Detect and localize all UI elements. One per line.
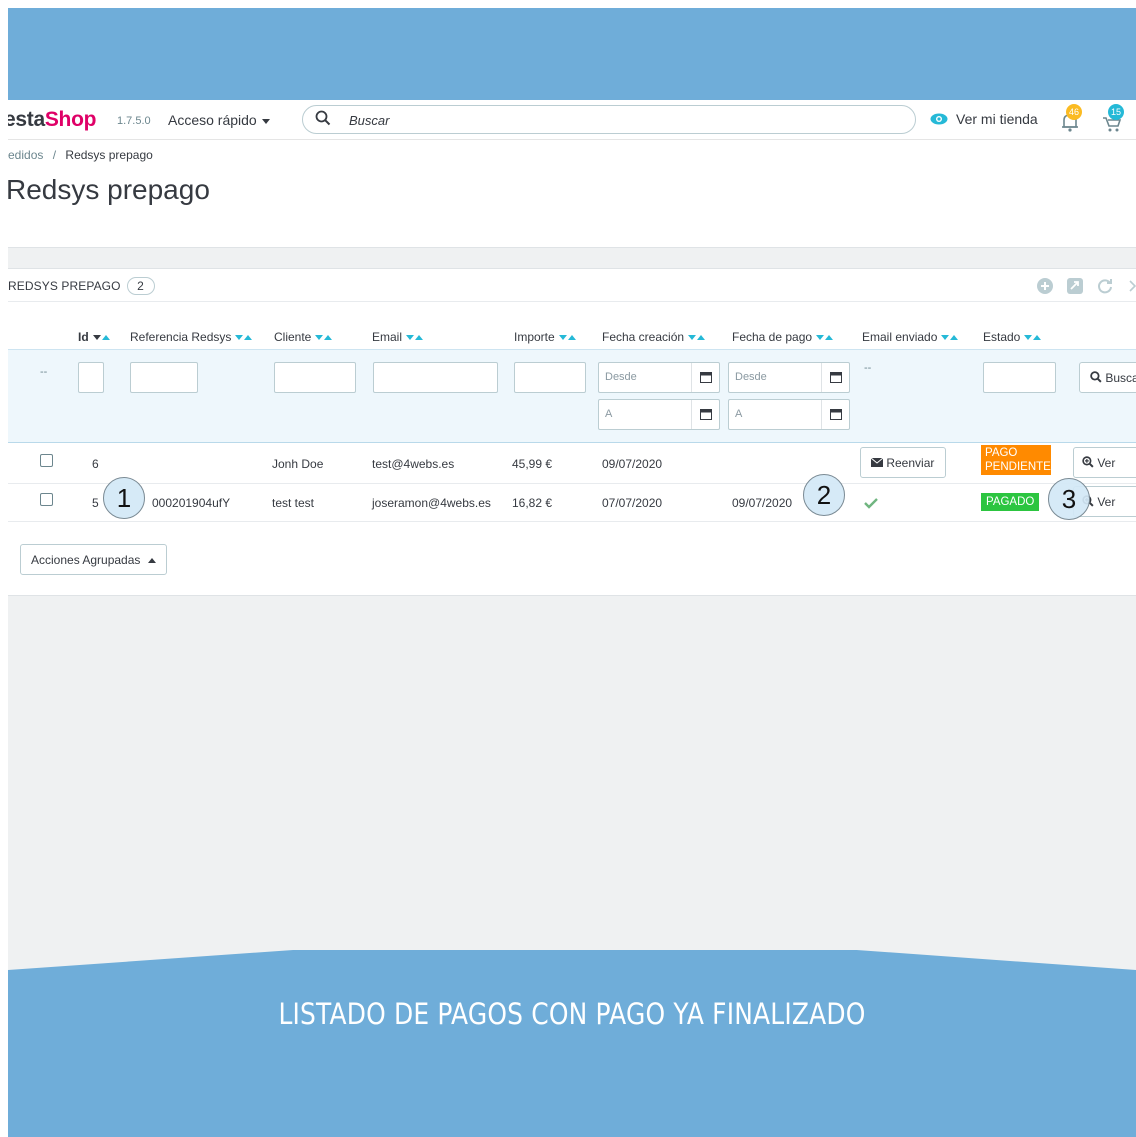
- notification-count-badge: 46: [1066, 104, 1082, 120]
- sort-arrows-icon[interactable]: [940, 329, 959, 343]
- sort-arrows-icon[interactable]: [405, 329, 424, 343]
- eye-icon: [930, 113, 948, 125]
- filter-pago-from[interactable]: Desde: [728, 362, 850, 393]
- redsys-list-panel: REDSYS PREPAGO 2 Id Referencia Redsys Cli…: [8, 268, 1136, 596]
- breadcrumb-current: Redsys prepago: [65, 148, 153, 162]
- cell-fecha-creacion: 09/07/2020: [602, 457, 663, 471]
- calendar-icon[interactable]: [691, 363, 719, 392]
- page-title: Redsys prepago: [8, 174, 210, 205]
- sort-arrows-icon[interactable]: [234, 329, 253, 343]
- promo-frame: estaShop 1.7.5.0 Acceso rápido Ver mi ti…: [8, 8, 1136, 1137]
- column-header-cliente[interactable]: Cliente: [274, 329, 333, 344]
- refresh-icon[interactable]: [1096, 277, 1114, 295]
- filter-importe-input[interactable]: [514, 362, 586, 393]
- zoom-in-icon: [1082, 456, 1094, 468]
- cell-cliente: Jonh Doe: [272, 457, 324, 471]
- bulk-filter-dash: --: [40, 366, 48, 378]
- column-header-id[interactable]: Id: [78, 329, 110, 344]
- row-checkbox[interactable]: [40, 493, 53, 506]
- filter-cliente-input[interactable]: [274, 362, 356, 393]
- view-button[interactable]: Ver: [1073, 447, 1136, 478]
- panel-title: REDSYS PREPAGO 2: [8, 277, 155, 295]
- sort-arrows-icon[interactable]: [314, 329, 333, 343]
- sort-arrows-icon[interactable]: [815, 329, 834, 343]
- checkmark-icon: [864, 498, 878, 509]
- cell-id: 6: [92, 457, 99, 471]
- column-header-referencia[interactable]: Referencia Redsys: [130, 329, 253, 344]
- column-header-fecha-pago[interactable]: Fecha de pago: [732, 329, 834, 344]
- filter-id-input[interactable]: [78, 362, 104, 393]
- cell-email: test@4webs.es: [372, 457, 455, 471]
- resend-email-button[interactable]: Reenviar: [860, 447, 946, 478]
- cell-email: joseramon@4webs.es: [372, 496, 491, 510]
- filter-email-input[interactable]: [373, 362, 498, 393]
- table-row: 5 000201904ufY test test joseramon@4webs…: [8, 484, 1136, 522]
- sort-arrows-icon[interactable]: [1023, 329, 1042, 343]
- search-input[interactable]: [347, 110, 867, 130]
- orders-notification[interactable]: 15: [1100, 104, 1126, 134]
- search-filter-button[interactable]: Buscar: [1079, 362, 1136, 393]
- column-header-fecha-creacion[interactable]: Fecha creación: [602, 329, 706, 344]
- more-icon[interactable]: [1124, 277, 1136, 295]
- cell-importe: 16,82 €: [512, 496, 553, 510]
- sort-arrows-icon[interactable]: [558, 329, 576, 343]
- annotation-marker-1: 1: [103, 477, 145, 519]
- orders-count-badge: 15: [1108, 104, 1124, 120]
- caption-text: LISTADO DE PAGOS CON PAGO YA FINALIZADO: [278, 997, 866, 1031]
- cell-referencia: 000201904ufY: [152, 496, 231, 510]
- sort-arrows-icon[interactable]: [687, 329, 706, 343]
- cell-fecha-creacion: 07/07/2020: [602, 496, 663, 510]
- calendar-icon[interactable]: [821, 400, 849, 429]
- panel-heading: REDSYS PREPAGO 2: [8, 269, 1136, 302]
- view-shop-link[interactable]: Ver mi tienda: [930, 111, 1038, 127]
- caret-down-icon: [261, 118, 270, 124]
- notifications-bell[interactable]: 46: [1058, 104, 1084, 134]
- banner-wave: [8, 928, 1136, 970]
- search-icon: [315, 110, 331, 126]
- list-count-badge: 2: [126, 277, 155, 295]
- admin-screenshot: estaShop 1.7.5.0 Acceso rápido Ver mi ti…: [8, 100, 1136, 950]
- column-header-estado[interactable]: Estado: [983, 329, 1042, 344]
- sort-arrows-icon[interactable]: [92, 329, 110, 343]
- table-row: 6 Jonh Doe test@4webs.es 45,99 € 09/07/2…: [8, 443, 1136, 484]
- calendar-icon[interactable]: [691, 400, 719, 429]
- email-sent-filter-dash: --: [864, 362, 872, 374]
- breadcrumb: edidos / Redsys prepago: [8, 148, 153, 162]
- cell-fecha-pago: 09/07/2020: [732, 496, 793, 510]
- cell-importe: 45,99 €: [512, 457, 553, 471]
- cell-cliente: test test: [272, 496, 315, 510]
- status-badge-paid: PAGADO: [981, 493, 1040, 511]
- search-icon: [1090, 371, 1102, 383]
- caret-up-icon: [147, 558, 156, 563]
- column-header-email-enviado[interactable]: Email enviado: [862, 329, 959, 344]
- bulk-actions-button[interactable]: Acciones Agrupadas: [20, 544, 167, 575]
- quick-access-dropdown[interactable]: Acceso rápido: [168, 112, 270, 128]
- filter-referencia-input[interactable]: [130, 362, 198, 393]
- search-bar[interactable]: [302, 105, 916, 134]
- filter-row: -- Desde A Desde A -- Buscar: [8, 349, 1136, 443]
- filter-creacion-from[interactable]: Desde: [598, 362, 720, 393]
- add-icon[interactable]: [1036, 277, 1054, 295]
- breadcrumb-parent[interactable]: edidos: [8, 148, 43, 162]
- column-header-email[interactable]: Email: [372, 329, 424, 344]
- status-badge-pending: PAGO PENDIENTE: [981, 445, 1051, 475]
- row-checkbox[interactable]: [40, 454, 53, 467]
- filter-estado-input[interactable]: [983, 362, 1056, 393]
- annotation-marker-3: 3: [1048, 478, 1090, 520]
- breadcrumb-separator: /: [52, 148, 57, 162]
- prestashop-logo[interactable]: estaShop: [8, 108, 96, 132]
- cell-id: 5: [92, 496, 99, 510]
- filter-pago-to[interactable]: A: [728, 399, 850, 430]
- filter-creacion-to[interactable]: A: [598, 399, 720, 430]
- version-label: 1.7.5.0: [117, 115, 151, 127]
- annotation-marker-2: 2: [803, 474, 845, 516]
- envelope-icon: [870, 457, 884, 467]
- column-header-importe[interactable]: Importe: [514, 329, 576, 344]
- calendar-icon[interactable]: [821, 363, 849, 392]
- export-icon[interactable]: [1066, 277, 1084, 295]
- top-header: estaShop 1.7.5.0 Acceso rápido Ver mi ti…: [8, 100, 1136, 140]
